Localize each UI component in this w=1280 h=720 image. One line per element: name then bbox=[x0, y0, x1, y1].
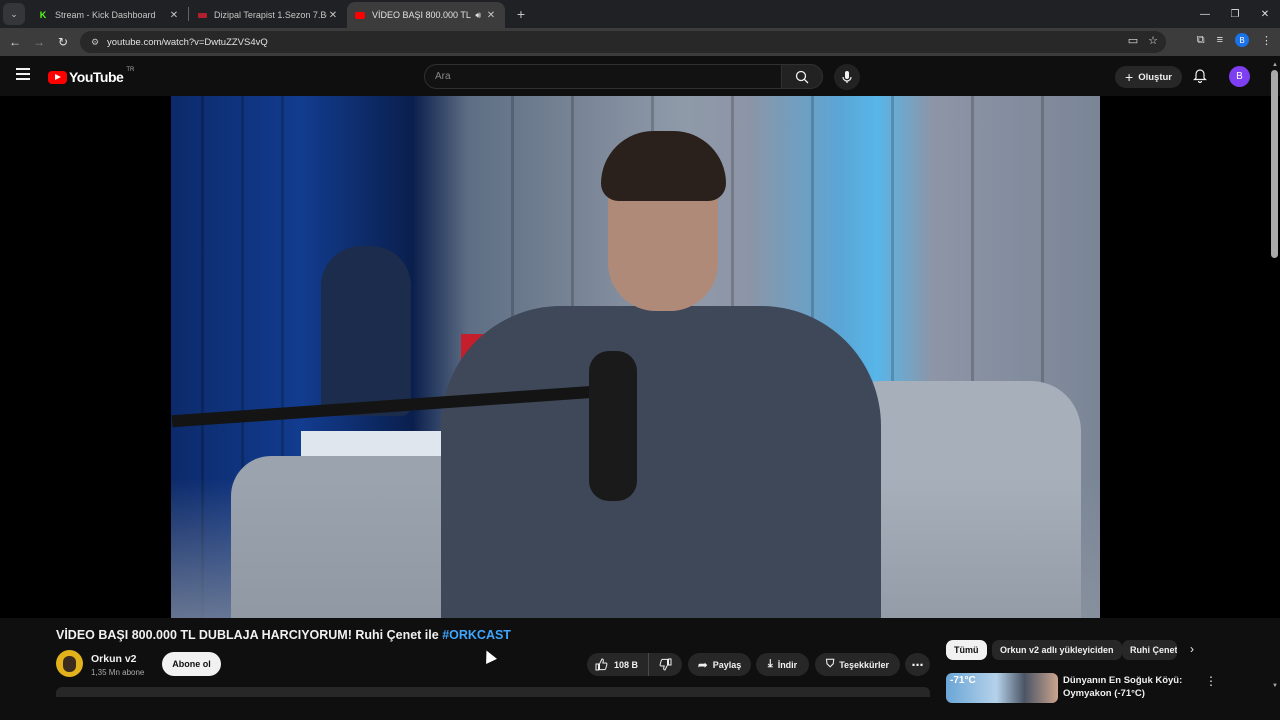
chip-all[interactable]: Tümü bbox=[946, 640, 987, 660]
youtube-icon bbox=[355, 10, 365, 20]
person-hair bbox=[601, 131, 726, 201]
like-button[interactable]: 108 B bbox=[587, 653, 649, 676]
page-scrollbar[interactable] bbox=[1271, 70, 1278, 258]
video-info-area: VİDEO BAŞI 800.000 TL DUBLAJA HARCIYORUM… bbox=[0, 618, 1280, 720]
chevron-right-icon[interactable]: › bbox=[1190, 642, 1194, 656]
thanks-button[interactable]: ⛉ Teşekkürler bbox=[815, 653, 900, 676]
site-info-icon[interactable]: ⚙︎ bbox=[85, 37, 105, 48]
media-controls-icon[interactable]: ≡ bbox=[1217, 34, 1223, 46]
country-code: TR bbox=[126, 67, 135, 73]
tab-search-icon[interactable]: ⌄ bbox=[3, 3, 25, 25]
close-tab-icon[interactable]: ✕ bbox=[168, 10, 180, 21]
description-box[interactable] bbox=[56, 687, 930, 697]
video-title: VİDEO BAŞI 800.000 TL DUBLAJA HARCIYORUM… bbox=[56, 628, 511, 642]
hashtag-link[interactable]: #ORKCAST bbox=[442, 628, 511, 642]
plus-icon: + bbox=[1125, 69, 1134, 85]
recommendation-menu-icon[interactable]: ⋮ bbox=[1205, 674, 1217, 688]
subscribe-button[interactable]: Abone ol bbox=[162, 652, 221, 676]
speaker-icon[interactable]: 🔊︎ bbox=[475, 10, 481, 21]
kick-icon: K bbox=[39, 10, 47, 20]
browser-toolbar: ← → ↻ ⚙︎ youtube.com/watch?v=DwtuZZVS4vQ… bbox=[0, 28, 1280, 56]
close-tab-icon[interactable]: ✕ bbox=[327, 10, 339, 21]
super-thanks-icon: ⛉ bbox=[825, 658, 835, 670]
tab-title: Dizipal Terapist 1.Sezon 7.Bölüm bbox=[214, 10, 327, 20]
url-text[interactable]: youtube.com/watch?v=DwtuZZVS4vQ bbox=[107, 37, 268, 48]
channel-name[interactable]: Orkun v2 bbox=[91, 653, 137, 665]
restore-icon[interactable]: ❐ bbox=[1220, 0, 1250, 28]
microphone bbox=[589, 351, 637, 501]
address-bar[interactable]: ⚙︎ youtube.com/watch?v=DwtuZZVS4vQ ▭ ☆ bbox=[80, 31, 1166, 53]
thanks-label: Teşekkürler bbox=[839, 659, 890, 670]
browser-tab-bar: ⌄ K Stream - Kick Dashboard ✕ Dizipal Te… bbox=[0, 0, 1280, 28]
youtube-play-logo-icon bbox=[48, 70, 67, 84]
scroll-up-arrow-icon[interactable]: ▲ bbox=[1272, 62, 1278, 68]
voice-search-button[interactable] bbox=[834, 64, 860, 90]
share-label: Paylaş bbox=[712, 659, 742, 670]
window-close-icon[interactable]: ✕ bbox=[1250, 0, 1280, 28]
thumbnail-text: -71°C bbox=[950, 675, 976, 686]
scroll-down-arrow-icon[interactable]: ▼ bbox=[1272, 683, 1278, 689]
youtube-header: YouTube TR + Oluştur B bbox=[0, 56, 1280, 96]
subscriber-count: 1,35 Mn abone bbox=[91, 668, 145, 677]
microphone-icon bbox=[842, 71, 852, 83]
recommendation-thumbnail[interactable]: -71°C bbox=[946, 673, 1058, 703]
dizipal-icon bbox=[197, 10, 207, 20]
browser-profile-avatar[interactable]: B bbox=[1235, 33, 1249, 47]
search-box[interactable] bbox=[424, 64, 782, 89]
thumbs-up-icon bbox=[595, 658, 608, 671]
share-arrow-icon: ➦ bbox=[697, 657, 708, 672]
helmet-figure bbox=[321, 246, 411, 416]
account-avatar[interactable]: B bbox=[1229, 66, 1250, 87]
download-label: İndir bbox=[777, 659, 798, 670]
create-label: Oluştur bbox=[1138, 71, 1172, 83]
like-dislike-group: 108 B bbox=[587, 653, 682, 676]
share-button[interactable]: ➦ Paylaş bbox=[688, 653, 751, 676]
youtube-logo[interactable]: YouTube TR bbox=[48, 67, 135, 85]
browser-menu-icon[interactable]: ⋮ bbox=[1261, 34, 1272, 47]
reload-icon[interactable]: ↻ bbox=[51, 35, 75, 49]
recommendation-title[interactable]: Dünyanın En Soğuk Köyü: Oymyakon (-71°C) bbox=[1063, 674, 1183, 700]
logo-wordmark: YouTube bbox=[69, 69, 124, 85]
window-controls: — ❐ ✕ bbox=[1190, 0, 1280, 28]
download-icon: ⤓ bbox=[767, 658, 773, 670]
tab-title: VİDEO BAŞI 800.000 TL DUBL bbox=[372, 10, 471, 20]
search-button[interactable] bbox=[781, 64, 823, 89]
create-button[interactable]: + Oluştur bbox=[1115, 66, 1182, 88]
person-body bbox=[441, 306, 881, 618]
tab-youtube-video[interactable]: VİDEO BAŞI 800.000 TL DUBL 🔊︎ ✕ bbox=[347, 2, 505, 28]
search-icon bbox=[795, 70, 809, 83]
extensions-puzzle-icon[interactable]: ⧉ bbox=[1197, 34, 1205, 47]
channel-avatar[interactable] bbox=[56, 650, 83, 677]
tab-title: Stream - Kick Dashboard bbox=[55, 10, 156, 20]
close-tab-icon[interactable]: ✕ bbox=[485, 10, 497, 21]
notifications-bell-icon[interactable] bbox=[1192, 68, 1208, 84]
video-frame[interactable] bbox=[171, 96, 1100, 618]
video-player[interactable] bbox=[0, 96, 1280, 618]
more-actions-icon[interactable]: ⋯ bbox=[905, 653, 930, 676]
dislike-button[interactable] bbox=[649, 658, 682, 671]
forward-arrow-icon[interactable]: → bbox=[27, 35, 51, 49]
chip-uploader[interactable]: Orkun v2 adlı yükleyiciden bbox=[992, 640, 1122, 660]
like-count: 108 B bbox=[614, 659, 639, 670]
tab-kick-dashboard[interactable]: K Stream - Kick Dashboard ✕ bbox=[30, 2, 188, 28]
video-title-text: VİDEO BAŞI 800.000 TL DUBLAJA HARCIYORUM… bbox=[56, 628, 443, 642]
back-arrow-icon[interactable]: ← bbox=[3, 35, 27, 49]
minimize-icon[interactable]: — bbox=[1190, 0, 1220, 28]
tab-dizipal[interactable]: Dizipal Terapist 1.Sezon 7.Bölüm ✕ bbox=[189, 2, 347, 28]
chip-ruhi-cenet[interactable]: Ruhi Çenet bbox=[1122, 640, 1177, 660]
menu-hamburger-icon[interactable] bbox=[16, 68, 30, 80]
search-input[interactable] bbox=[425, 65, 781, 88]
thumbs-down-icon bbox=[659, 658, 672, 671]
download-button[interactable]: ⤓ İndir bbox=[756, 653, 809, 676]
cast-icon[interactable]: ▭ bbox=[1128, 34, 1138, 47]
bookmark-star-icon[interactable]: ☆ bbox=[1148, 34, 1158, 47]
new-tab-plus-icon[interactable]: + bbox=[511, 6, 531, 22]
